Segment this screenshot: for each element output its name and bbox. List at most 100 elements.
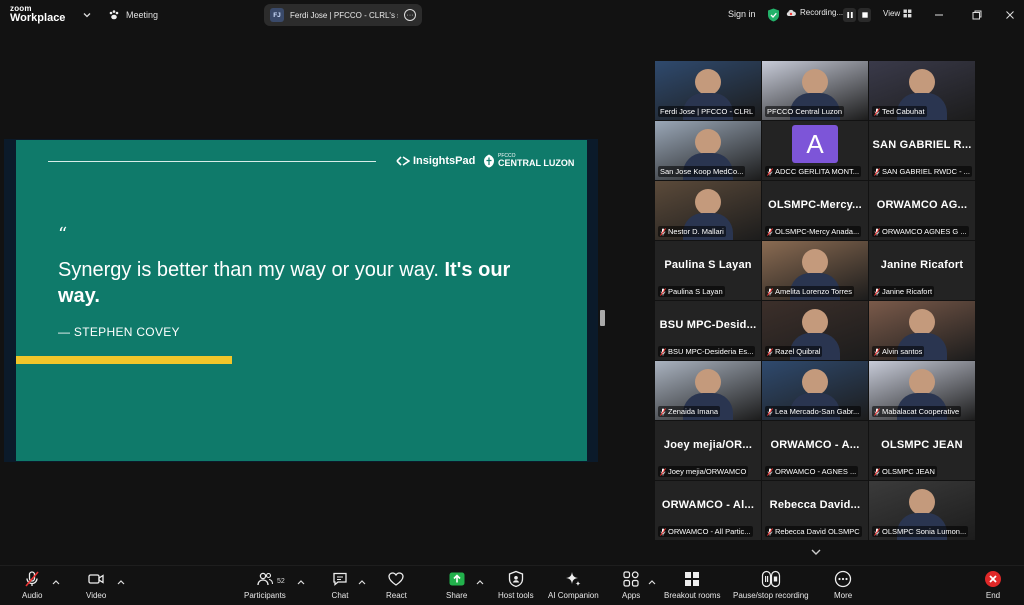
restore-icon[interactable] xyxy=(970,8,984,22)
participant-tile[interactable]: Rebecca David... Rebecca David OLSMPC xyxy=(762,481,868,540)
participant-tile[interactable]: Joey mejia/OR... Joey mejia/ORWAMCO xyxy=(655,421,761,480)
participant-tile[interactable]: ORWAMCO AG... ORWAMCO AGNES G ... xyxy=(869,181,975,240)
participant-tile[interactable]: PFCCO Central Luzon xyxy=(762,61,868,120)
muted-mic-icon xyxy=(767,527,773,536)
participant-tile[interactable]: A ADCC GERLITA MONT... xyxy=(762,121,868,180)
gallery-scroll-down-icon[interactable] xyxy=(809,547,823,557)
sparkle-icon xyxy=(566,572,581,586)
muted-mic-icon xyxy=(660,467,666,476)
apps-options-caret-icon[interactable] xyxy=(648,579,656,585)
participants-button[interactable]: Participants xyxy=(244,570,286,604)
participant-tile[interactable]: Razel Quibral xyxy=(762,301,868,360)
participant-name-label: SAN GABRIEL RWDC - ... xyxy=(872,166,972,177)
resize-handle[interactable] xyxy=(600,310,605,326)
react-button[interactable]: React xyxy=(386,570,407,604)
title-bar: zoom Workplace Meeting FJ Ferdi Jose | P… xyxy=(0,0,1024,30)
end-meeting-button[interactable]: End xyxy=(984,570,1002,604)
participant-name: Paulina S Layan xyxy=(668,287,723,296)
chevron-down-icon[interactable] xyxy=(81,9,93,21)
participant-tile[interactable]: Ted Cabuhat xyxy=(869,61,975,120)
chat-button[interactable]: Chat xyxy=(331,570,349,604)
more-button[interactable]: More xyxy=(834,570,852,604)
more-options-icon[interactable]: ··· xyxy=(404,9,416,21)
share-options-caret-icon[interactable] xyxy=(476,579,484,585)
participant-tile[interactable]: Paulina S Layan Paulina S Layan xyxy=(655,241,761,300)
muted-mic-icon xyxy=(874,527,880,536)
participant-tile[interactable]: Ferdi Jose | PFCCO - CLRL xyxy=(655,61,761,120)
ai-companion-button[interactable]: AI Companion xyxy=(548,570,599,604)
host-tools-button[interactable]: Host tools xyxy=(498,570,534,604)
participant-tile[interactable]: Alvin santos xyxy=(869,301,975,360)
participant-display-name: ORWAMCO - A... xyxy=(770,438,860,451)
participant-tile[interactable]: ORWAMCO - Al... ORWAMCO - All Partic... xyxy=(655,481,761,540)
participant-tile[interactable]: OLSMPC Sonia Lumon... xyxy=(869,481,975,540)
pause-stop-icon xyxy=(761,570,780,588)
participants-options-caret-icon[interactable] xyxy=(297,579,305,585)
participant-tile[interactable]: Zenaida Imana xyxy=(655,361,761,420)
recording-indicator[interactable]: Recording... xyxy=(786,8,843,17)
pause-stop-recording-button[interactable]: Pause/stop recording xyxy=(733,570,809,604)
muted-mic-icon xyxy=(660,347,666,356)
close-icon[interactable] xyxy=(1003,8,1017,22)
participant-name-label: Nestor D. Mallari xyxy=(658,226,726,237)
participant-name: ORWAMCO AGNES G ... xyxy=(882,227,967,236)
audio-options-caret-icon[interactable] xyxy=(52,579,60,585)
participant-silhouette xyxy=(695,69,721,95)
participant-tile[interactable]: Nestor D. Mallari xyxy=(655,181,761,240)
muted-mic-icon xyxy=(767,347,773,356)
participant-tile[interactable]: SAN GABRIEL R... SAN GABRIEL RWDC - ... xyxy=(869,121,975,180)
participant-tile[interactable]: OLSMPC JEAN OLSMPC JEAN xyxy=(869,421,975,480)
breakout-rooms-button[interactable]: Breakout rooms xyxy=(664,570,720,604)
participant-tile[interactable]: ORWAMCO - A... ORWAMCO - AGNES ... xyxy=(762,421,868,480)
video-button[interactable]: Video xyxy=(86,570,106,604)
participant-tile[interactable]: Amelita Lorenzo Torres xyxy=(762,241,868,300)
participant-silhouette xyxy=(802,369,828,395)
muted-mic-icon xyxy=(874,227,880,236)
participant-tile[interactable]: BSU MPC-Desid... BSU MPC-Desideria Es... xyxy=(655,301,761,360)
meeting-toolbar: Audio Video Participants 52 Chat React S… xyxy=(0,565,1024,605)
encryption-shield-icon[interactable] xyxy=(767,8,780,22)
meeting-button[interactable]: Meeting xyxy=(108,7,158,23)
participant-name: Lea Mercado-San Gabr... xyxy=(775,407,860,416)
sign-in-link[interactable]: Sign in xyxy=(728,9,756,19)
participant-name-label: Paulina S Layan xyxy=(658,286,725,297)
muted-mic-icon xyxy=(874,467,880,476)
participant-name-label: Ferdi Jose | PFCCO - CLRL xyxy=(658,106,756,117)
participant-name: Amelita Lorenzo Torres xyxy=(775,287,852,296)
participant-name-label: Janine Ricafort xyxy=(872,286,935,297)
participant-display-name: Paulina S Layan xyxy=(664,258,752,271)
participant-tile[interactable]: Lea Mercado-San Gabr... xyxy=(762,361,868,420)
audio-button[interactable]: Audio xyxy=(22,570,42,604)
share-screen-icon xyxy=(449,572,465,586)
muted-mic-icon xyxy=(767,287,773,296)
screen-share-indicator[interactable]: FJ Ferdi Jose | PFCCO - CLRL's scree ··· xyxy=(264,4,422,26)
participant-gallery: Ferdi Jose | PFCCO - CLRL PFCCO Central L… xyxy=(655,61,976,541)
participant-name: BSU MPC-Desideria Es... xyxy=(668,347,754,356)
accent-bar xyxy=(16,356,232,364)
participant-tile[interactable]: Janine Ricafort Janine Ricafort xyxy=(869,241,975,300)
participant-display-name: ORWAMCO AG... xyxy=(876,198,968,211)
view-menu-button[interactable]: View xyxy=(883,9,912,18)
participant-name: SAN GABRIEL RWDC - ... xyxy=(882,167,970,176)
muted-mic-icon xyxy=(874,107,880,116)
share-button[interactable]: Share xyxy=(446,570,467,604)
participant-name: Zenaida Imana xyxy=(668,407,719,416)
participant-display-name: SAN GABRIEL R... xyxy=(872,138,972,151)
muted-mic-icon xyxy=(767,467,773,476)
muted-mic-icon xyxy=(660,227,666,236)
recording-label: Recording... xyxy=(800,8,844,17)
stop-recording-icon[interactable] xyxy=(858,8,871,22)
participant-silhouette xyxy=(909,69,935,95)
participant-name: Ferdi Jose | PFCCO - CLRL xyxy=(660,107,754,116)
chat-options-caret-icon[interactable] xyxy=(358,579,366,585)
pause-recording-icon[interactable] xyxy=(843,8,856,22)
minimize-icon[interactable] xyxy=(932,8,946,22)
participant-tile[interactable]: San Jose Koop MedCo... xyxy=(655,121,761,180)
participant-tile[interactable]: OLSMPC-Mercy... OLSMPC-Mercy Anada... xyxy=(762,181,868,240)
apps-button[interactable]: Apps xyxy=(622,570,640,604)
participant-tile[interactable]: Mabalacat Cooperative xyxy=(869,361,975,420)
muted-mic-icon xyxy=(767,407,773,416)
video-options-caret-icon[interactable] xyxy=(117,579,125,585)
participant-name: OLSMPC-Mercy Anada... xyxy=(775,227,860,236)
end-call-icon xyxy=(985,571,1001,587)
